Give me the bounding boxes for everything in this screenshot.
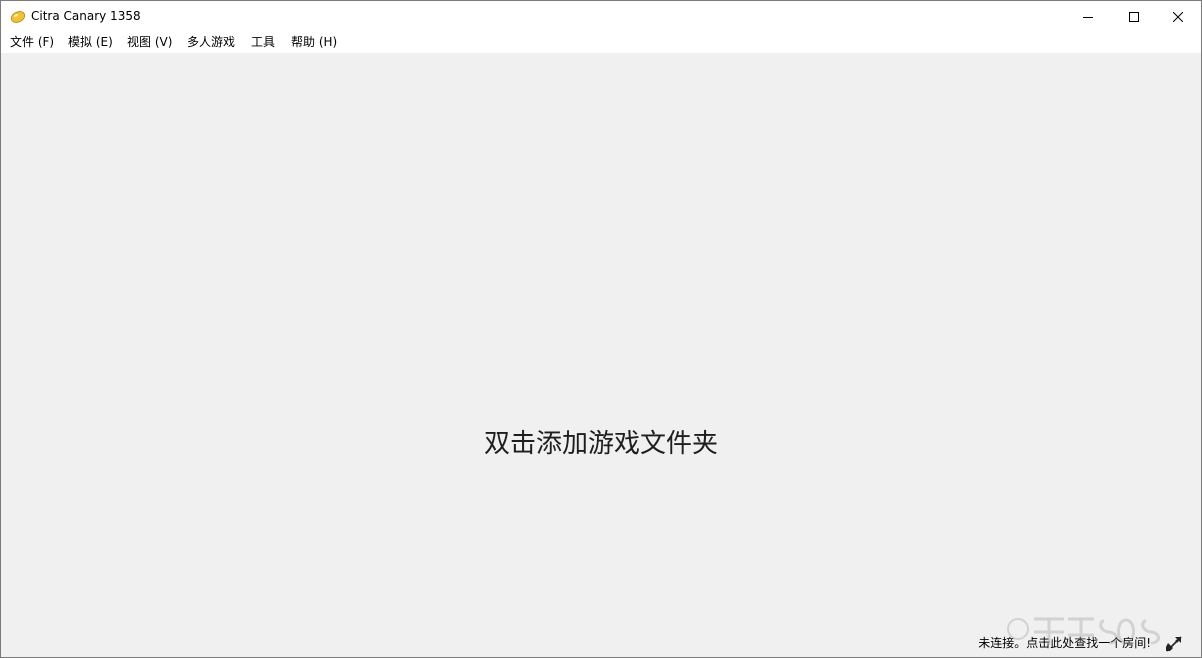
- window-title: Citra Canary 1358: [31, 9, 141, 23]
- menu-bar: 文件 (F) 模拟 (E) 视图 (V) 多人游戏 工具 帮助 (H): [1, 32, 1201, 53]
- citra-lemon-icon: [10, 9, 26, 23]
- citra-window: Citra Canary 1358 文件 (F) 模拟 (E) 视图 (V) 多…: [0, 0, 1202, 658]
- title-bar[interactable]: Citra Canary 1358: [1, 1, 1201, 32]
- watermark-logo: [1004, 605, 1194, 657]
- menu-view[interactable]: 视图 (V): [127, 35, 172, 50]
- add-game-folder-placeholder[interactable]: 双击添加游戏文件夹: [1, 427, 1201, 461]
- minimize-button[interactable]: [1065, 1, 1111, 32]
- maximize-icon: [1129, 7, 1139, 26]
- close-icon: [1172, 7, 1184, 26]
- menu-multiplayer[interactable]: 多人游戏: [187, 35, 235, 50]
- game-list-area[interactable]: 双击添加游戏文件夹: [1, 53, 1201, 631]
- minimize-icon: [1083, 7, 1093, 26]
- menu-file[interactable]: 文件 (F): [10, 35, 54, 50]
- menu-tools[interactable]: 工具: [251, 35, 275, 50]
- menu-emulation[interactable]: 模拟 (E): [68, 35, 113, 50]
- menu-help[interactable]: 帮助 (H): [291, 35, 337, 50]
- close-button[interactable]: [1155, 1, 1201, 32]
- maximize-button[interactable]: [1111, 1, 1157, 32]
